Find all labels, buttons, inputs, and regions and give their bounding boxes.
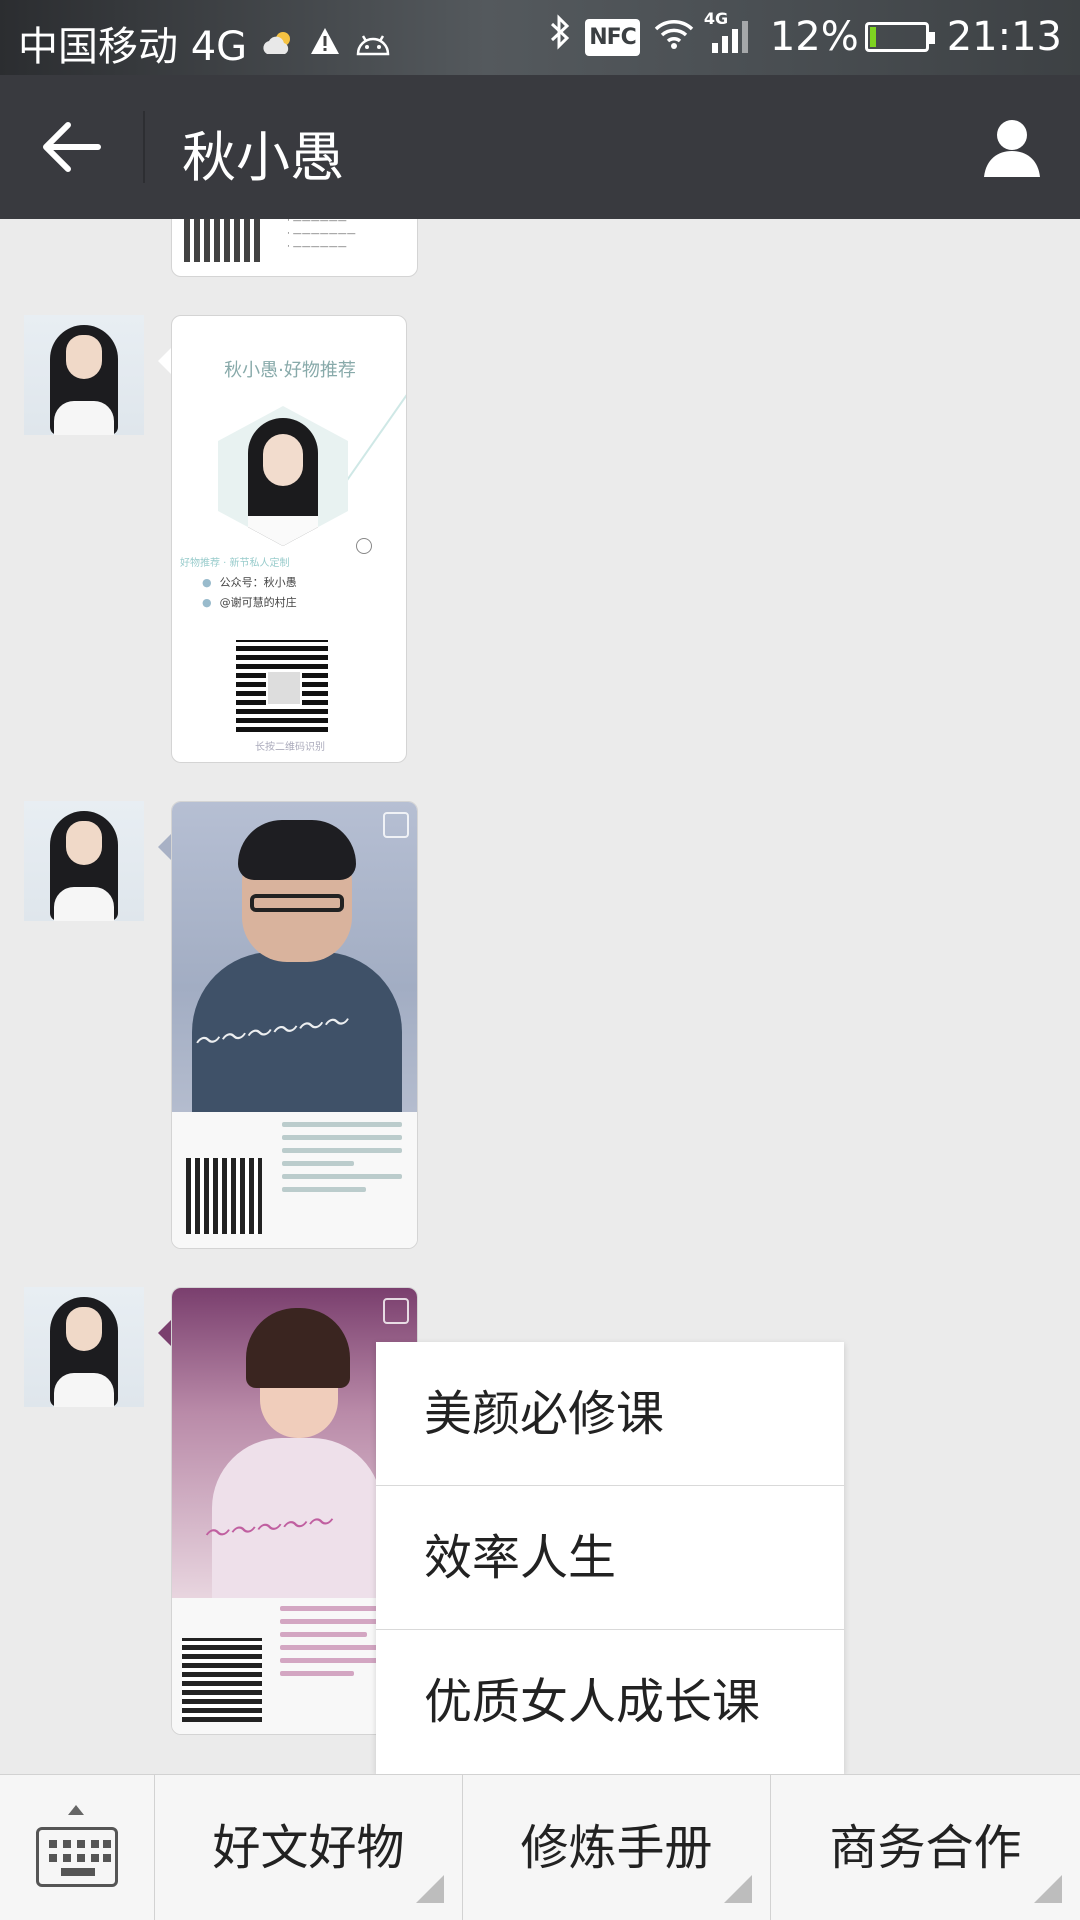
person-icon[interactable] (980, 115, 1044, 179)
portrait-photo (218, 406, 348, 546)
battery-percent: 12% (769, 14, 859, 60)
submenu-item-beauty[interactable]: 美颜必修课 (376, 1342, 844, 1486)
warning-icon (309, 20, 341, 66)
menu-button-business[interactable]: 商务合作 (771, 1775, 1080, 1920)
menu-button-articles[interactable]: 好文好物 (155, 1775, 463, 1920)
network-type-badge: 4G (703, 9, 729, 28)
avatar[interactable] (24, 801, 144, 921)
brand-mark-icon (383, 1298, 409, 1324)
card-title: 秋小愚·好物推荐 (224, 360, 356, 381)
chevron-up-icon (68, 1805, 84, 1815)
carrier-label: 中国移动 4G (18, 24, 248, 70)
wechat-icon: ● (202, 576, 212, 589)
badge-icon (356, 538, 372, 554)
nfc-icon: NFC (585, 18, 640, 56)
card-footer: 长按二维码识别 (255, 742, 325, 753)
status-bar: 中国移动 4G NFC 4G 12% 21:13 (0, 0, 1080, 75)
poster-info (172, 1112, 417, 1248)
menu-button-label: 修炼手册 (520, 1820, 713, 1876)
avatar[interactable] (24, 1287, 144, 1407)
title-divider (143, 111, 145, 183)
qr-code (236, 640, 328, 732)
message-image-card-top[interactable]: · —————· ——————· ———————· —————— (171, 219, 418, 277)
signal-icon: 4G (704, 9, 748, 53)
qr-code (184, 219, 260, 262)
card-row-weibo: ● @谢可慧的村庄 (202, 596, 297, 609)
submenu-indicator-icon (1034, 1875, 1062, 1903)
card-text-lines: · —————· ——————· ———————· —————— (287, 219, 356, 252)
wifi-icon (654, 14, 694, 60)
keyboard-icon (36, 1827, 118, 1887)
avatar[interactable] (24, 315, 144, 435)
submenu-indicator-icon (416, 1875, 444, 1903)
menu-button-label: 商务合作 (829, 1820, 1022, 1876)
weibo-icon: ● (202, 596, 212, 609)
message-image-card-recommend[interactable]: 秋小愚·好物推荐 好物推荐 · 新节私人定制 ● 公众号：秋小愚 ● @谢可慧的村庄… (171, 315, 407, 763)
chat-title: 秋小愚 (182, 126, 344, 189)
bubble-tail (158, 1319, 172, 1347)
android-icon (355, 20, 391, 66)
card-tag: 好物推荐 · 新节私人定制 (180, 558, 290, 569)
cloud-sun-icon (261, 20, 295, 66)
back-arrow-icon[interactable] (38, 117, 108, 177)
submenu-indicator-icon (724, 1875, 752, 1903)
card-row-wechat: ● 公众号：秋小愚 (202, 576, 297, 589)
qr-code (186, 1158, 262, 1234)
bubble-tail (158, 833, 172, 861)
clock: 21:13 (946, 14, 1062, 60)
submenu-item-growth[interactable]: 优质女人成长课 (376, 1630, 844, 1774)
menu-button-label: 好文好物 (212, 1820, 405, 1876)
qr-code (182, 1638, 262, 1722)
message-image-card-efficiency[interactable]: ～～～～～～ (171, 801, 418, 1249)
brand-mark-icon (383, 812, 409, 838)
submenu-popup: 美颜必修课 效率人生 优质女人成长课 (376, 1342, 844, 1774)
bubble-tail (158, 347, 172, 375)
title-bar: 秋小愚 (0, 75, 1080, 219)
battery-icon (864, 22, 935, 52)
submenu-item-efficiency[interactable]: 效率人生 (376, 1486, 844, 1630)
menu-button-handbook[interactable]: 修炼手册 (463, 1775, 771, 1920)
keyboard-toggle-button[interactable] (0, 1775, 155, 1920)
poster-photo: ～～～～～～ (172, 802, 417, 1112)
bluetooth-icon (549, 14, 571, 60)
bottom-menu-bar: 好文好物 修炼手册 商务合作 (0, 1774, 1080, 1920)
